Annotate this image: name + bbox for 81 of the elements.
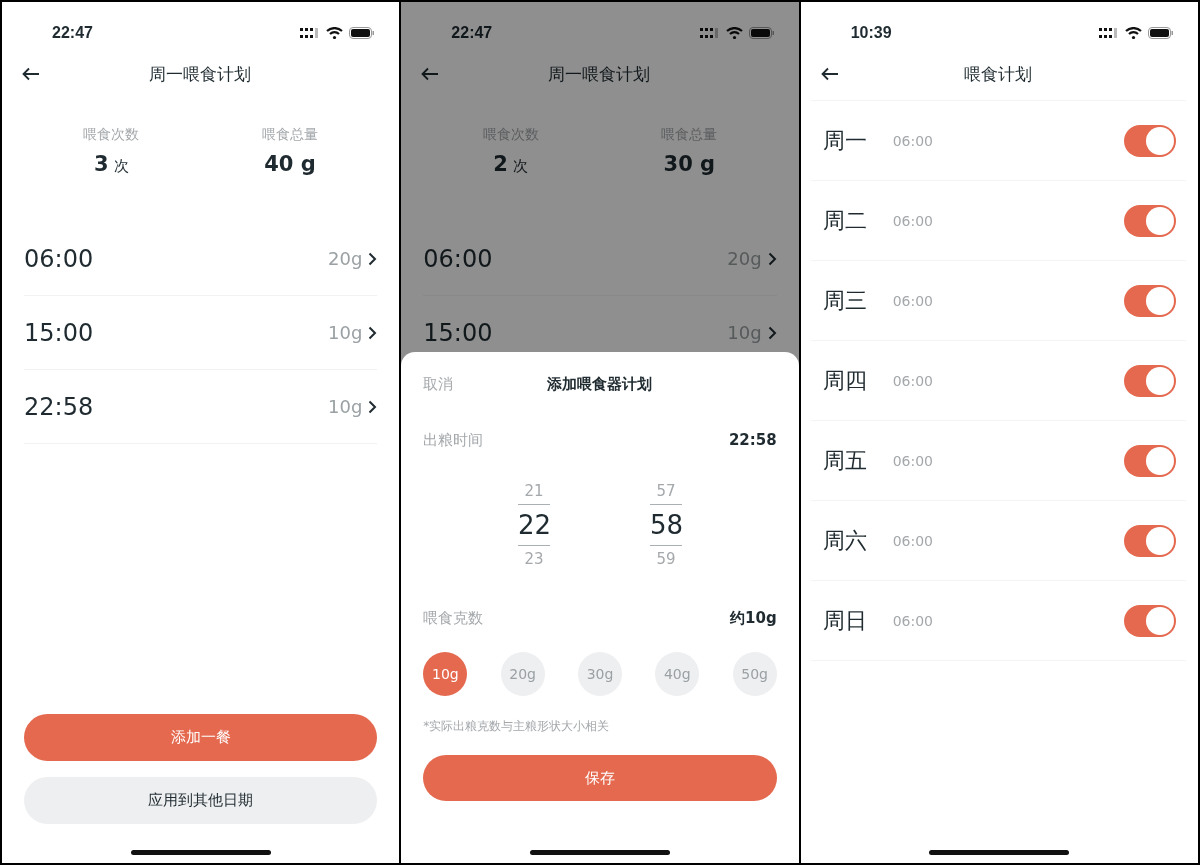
toggle-switch[interactable] bbox=[1124, 604, 1176, 637]
day-time: 06:00 bbox=[892, 532, 934, 549]
stat-value: 3 次 bbox=[94, 152, 129, 176]
status-time: 22:47 bbox=[52, 24, 93, 42]
day-name: 周日 bbox=[822, 606, 868, 635]
toggle-switch[interactable] bbox=[1124, 284, 1176, 317]
sheet-title: 添加喂食器计划 bbox=[546, 374, 654, 394]
stat-value: 30 g bbox=[663, 152, 716, 176]
picker-value[interactable]: 22 bbox=[518, 504, 550, 546]
field-value: 约10g bbox=[730, 608, 777, 628]
field-value: 22:58 bbox=[728, 431, 777, 449]
toggle-switch[interactable] bbox=[1124, 444, 1176, 477]
toggle-switch[interactable] bbox=[1124, 524, 1176, 557]
meal-time: 15:00 bbox=[24, 318, 95, 347]
save-button[interactable]: 保存 bbox=[423, 755, 777, 801]
battery-icon bbox=[349, 27, 376, 39]
amount-option[interactable]: 20g bbox=[500, 652, 545, 696]
picker-option: 59 bbox=[656, 546, 676, 572]
stat-label: 喂食次数 bbox=[83, 126, 140, 144]
picker-option: 23 bbox=[524, 546, 544, 572]
page-title: 周一喂食计划 bbox=[547, 62, 651, 86]
day-name: 周五 bbox=[822, 446, 868, 475]
picker-option: 21 bbox=[524, 478, 544, 504]
stat-value: 2 次 bbox=[493, 152, 528, 176]
note-text: *实际出粮克数与主粮形状大小相关 bbox=[423, 718, 611, 735]
meal-amount: 10g bbox=[328, 322, 363, 343]
meal-amount: 10g bbox=[328, 396, 363, 417]
stat-label: 喂食总量 bbox=[262, 126, 318, 144]
add-meal-button[interactable]: 添加一餐 bbox=[24, 714, 378, 761]
back-arrow-icon[interactable] bbox=[820, 67, 839, 81]
day-time: 06:00 bbox=[892, 292, 934, 309]
wifi-icon bbox=[326, 27, 344, 39]
day-name: 周六 bbox=[822, 526, 868, 555]
toggle-switch[interactable] bbox=[1124, 124, 1176, 157]
amount-option[interactable]: 10g bbox=[423, 652, 468, 696]
battery-icon bbox=[748, 27, 775, 39]
amount-option[interactable]: 40g bbox=[655, 652, 700, 696]
chevron-right-icon[interactable] bbox=[368, 399, 378, 414]
day-time: 06:00 bbox=[892, 132, 934, 149]
amount-option[interactable]: 50g bbox=[732, 652, 777, 696]
battery-icon bbox=[1148, 27, 1174, 39]
signal-icon bbox=[1099, 27, 1119, 39]
meal-amount: 10g bbox=[727, 322, 762, 343]
meal-amount: 20g bbox=[328, 248, 363, 269]
field-label: 出粮时间 bbox=[423, 430, 484, 450]
cancel-button[interactable]: 取消 bbox=[423, 374, 454, 394]
meal-time: 06:00 bbox=[423, 244, 494, 273]
day-time: 06:00 bbox=[892, 372, 934, 389]
picker-option: 57 bbox=[656, 478, 676, 504]
page-title: 喂食计划 bbox=[963, 62, 1034, 86]
picker-value[interactable]: 58 bbox=[650, 504, 682, 546]
meal-time: 22:58 bbox=[24, 392, 95, 421]
day-name: 周四 bbox=[822, 366, 868, 395]
day-time: 06:00 bbox=[892, 452, 934, 469]
day-time: 06:00 bbox=[892, 212, 934, 229]
back-arrow-icon[interactable] bbox=[421, 67, 440, 81]
chevron-right-icon[interactable] bbox=[767, 325, 777, 340]
toggle-switch[interactable] bbox=[1124, 364, 1176, 397]
signal-icon bbox=[300, 27, 321, 39]
day-name: 周三 bbox=[822, 286, 868, 315]
meal-time: 15:00 bbox=[423, 318, 494, 347]
signal-icon bbox=[699, 27, 720, 39]
toggle-switch[interactable] bbox=[1124, 204, 1176, 237]
chevron-right-icon[interactable] bbox=[368, 251, 378, 266]
wifi-icon bbox=[725, 27, 743, 39]
wifi-icon bbox=[1125, 27, 1142, 39]
status-time: 10:39 bbox=[850, 24, 892, 42]
day-time: 06:00 bbox=[892, 612, 934, 629]
field-label: 喂食克数 bbox=[423, 608, 484, 628]
chevron-right-icon[interactable] bbox=[767, 251, 777, 266]
meal-time: 06:00 bbox=[24, 244, 95, 273]
page-title: 周一喂食计划 bbox=[147, 62, 252, 86]
apply-button[interactable]: 应用到其他日期 bbox=[24, 777, 378, 824]
amount-option[interactable]: 30g bbox=[578, 652, 622, 696]
stat-value: 40 g bbox=[264, 152, 316, 176]
day-name: 周一 bbox=[822, 126, 868, 155]
chevron-right-icon[interactable] bbox=[368, 325, 378, 340]
day-name: 周二 bbox=[822, 206, 868, 235]
meal-amount: 20g bbox=[727, 248, 762, 269]
back-arrow-icon[interactable] bbox=[22, 67, 40, 81]
status-time: 22:47 bbox=[451, 24, 493, 42]
